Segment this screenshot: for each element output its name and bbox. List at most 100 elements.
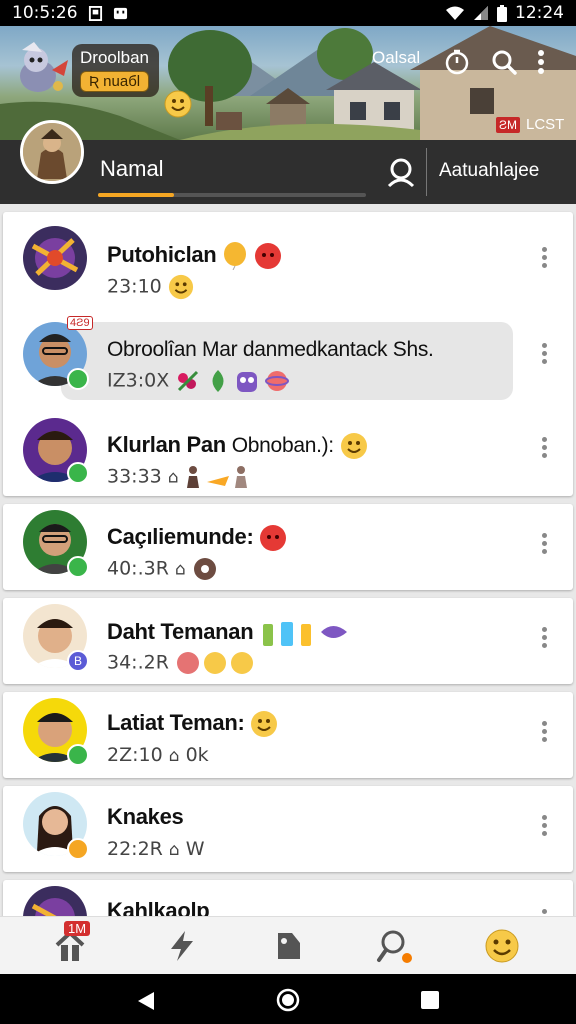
header-action-label[interactable]: Oalsal	[372, 48, 420, 68]
chat-card: Latiat Teman: 2Z:10 ⌂ 0k	[3, 692, 573, 778]
more-icon[interactable]	[536, 530, 552, 558]
user-avatar[interactable]	[20, 120, 84, 184]
chat-time: IZ3:0X	[107, 368, 290, 394]
chat-time: 2Z:10 ⌂ 0k	[107, 744, 209, 766]
back-icon[interactable]	[136, 990, 156, 1012]
list-item[interactable]: Klurlan Pan Obnoban.): 33:33 ⌂	[3, 404, 573, 496]
corner-badge-text: LCST	[526, 116, 565, 133]
profile-name: Droolban	[80, 48, 149, 67]
status-time: 10:5:26	[12, 3, 78, 23]
timer-icon[interactable]	[443, 48, 471, 76]
lightning-icon[interactable]	[162, 927, 202, 965]
more-icon[interactable]	[536, 624, 552, 652]
chat-time: 34:.2R	[107, 650, 257, 676]
battery-icon	[497, 4, 507, 22]
online-status-badge	[67, 556, 89, 578]
mascot-icon	[20, 42, 68, 92]
chat-time: 23:10	[107, 274, 194, 300]
home-small-icon: ⌂	[174, 559, 186, 580]
tab-aatuahlajee[interactable]: Aatuahlajee	[439, 160, 539, 182]
status-bar: 10:5:26 12:24	[0, 0, 576, 26]
chat-card: Knakes 22:2R ⌂ W	[3, 786, 573, 872]
more-icon[interactable]	[536, 340, 552, 368]
chat-time: 40:.3R ⌂	[107, 556, 218, 582]
system-nav-bar	[0, 974, 576, 1024]
away-status-badge	[67, 838, 89, 860]
home-small-icon: ⌂	[168, 840, 180, 860]
avatar	[23, 886, 87, 916]
faces-icon	[176, 652, 253, 674]
smiley-icon	[251, 711, 278, 738]
home-small-icon: ⌂	[168, 746, 180, 766]
list-item[interactable]: Latiat Teman: 2Z:10 ⌂ 0k	[3, 688, 573, 780]
smiley-icon	[340, 433, 367, 460]
more-icon[interactable]	[536, 906, 552, 916]
search-icon[interactable]	[374, 927, 414, 965]
flower-icon	[178, 370, 199, 392]
tab-namal[interactable]: Namal	[100, 156, 164, 182]
smiley-icon	[164, 90, 192, 118]
app-notification-icon	[113, 7, 127, 19]
angry-face-icon	[255, 243, 282, 270]
tab-bar: Namal Aatuahlajee	[0, 140, 576, 204]
online-status-badge	[67, 462, 89, 484]
chat-name: Knakes	[107, 804, 184, 829]
bottom-nav: 1M	[0, 916, 576, 974]
smiley-icon	[168, 274, 193, 300]
list-item[interactable]: B Daht Temanan 34:.2R	[3, 594, 573, 686]
chat-time: 33:33 ⌂	[107, 464, 255, 490]
tab-divider	[426, 148, 427, 196]
drinks-icon	[263, 622, 348, 646]
more-icon[interactable]	[536, 812, 552, 840]
chat-name: Kahlkaolp	[107, 898, 210, 916]
more-vert-icon[interactable]	[534, 48, 548, 76]
donut-icon	[193, 558, 216, 580]
chat-tag-badge: 4Ƨ9	[67, 316, 93, 330]
chat-list: Putohiclan 23:10 4Ƨ9 Obroolîan Mar danme…	[0, 204, 576, 916]
recents-icon[interactable]	[420, 990, 440, 1010]
list-item[interactable]: Knakes 22:2R ⌂ W	[3, 782, 573, 874]
more-icon[interactable]	[536, 718, 552, 746]
chat-name: Klurlan Pan Obnoban.):	[107, 432, 368, 460]
online-status-badge	[67, 368, 89, 390]
contact-icon[interactable]	[385, 156, 417, 188]
planet-icon	[265, 371, 290, 391]
owl-icon	[237, 372, 258, 392]
more-icon[interactable]	[536, 434, 552, 462]
status-clock: 12:24	[515, 3, 564, 23]
list-item[interactable]: Putohiclan 23:10	[3, 212, 573, 304]
emoji-icon[interactable]	[482, 927, 522, 965]
chat-card: Kahlkaolp	[3, 880, 573, 916]
home-badge: 1M	[64, 921, 91, 936]
more-icon[interactable]	[536, 244, 552, 272]
leaf-icon	[212, 370, 224, 392]
chat-name: Caçıliemunde:	[107, 524, 287, 552]
balloon-icon	[224, 242, 247, 271]
tab-indicator	[98, 193, 366, 197]
notification-icon	[88, 5, 102, 21]
wifi-icon	[446, 6, 464, 20]
chat-name: Daht Temanan	[107, 618, 351, 648]
home-nav-icon[interactable]	[276, 988, 300, 1012]
angry-face-icon	[260, 525, 287, 552]
chat-name: Latiat Teman:	[107, 710, 278, 738]
chat-card: Caçıliemunde: 40:.3R ⌂	[3, 504, 573, 590]
online-status-badge	[67, 744, 89, 766]
corner-badge-icon: ƧM	[496, 116, 520, 133]
chat-name: Putohiclan	[107, 242, 282, 271]
chat-card: Putohiclan 23:10 4Ƨ9 Obroolîan Mar danme…	[3, 212, 573, 496]
profile-card[interactable]: Droolban Ʀ nuaбl	[72, 44, 160, 97]
home-small-icon: ⌂	[167, 467, 179, 488]
list-item[interactable]: Caçıliemunde: 40:.3R ⌂	[3, 500, 573, 592]
status-badge: B	[67, 650, 89, 672]
corner-badge: ƧM LCST	[496, 116, 564, 133]
chat-time: 22:2R ⌂ W	[107, 838, 205, 860]
list-item[interactable]: Kahlkaolp	[3, 876, 573, 916]
tag-icon[interactable]	[268, 927, 308, 965]
figures-icon	[186, 466, 247, 488]
chat-name: Obroolîan Mar danmedkantack Shs.	[107, 338, 434, 361]
search-icon[interactable]	[490, 48, 518, 76]
header-banner: Droolban Ʀ nuaбl Oalsal	[0, 26, 576, 140]
list-item[interactable]: 4Ƨ9 Obroolîan Mar danmedkantack Shs. IZ3…	[3, 308, 573, 400]
profile-badge: Ʀ nuaбl	[80, 71, 150, 92]
